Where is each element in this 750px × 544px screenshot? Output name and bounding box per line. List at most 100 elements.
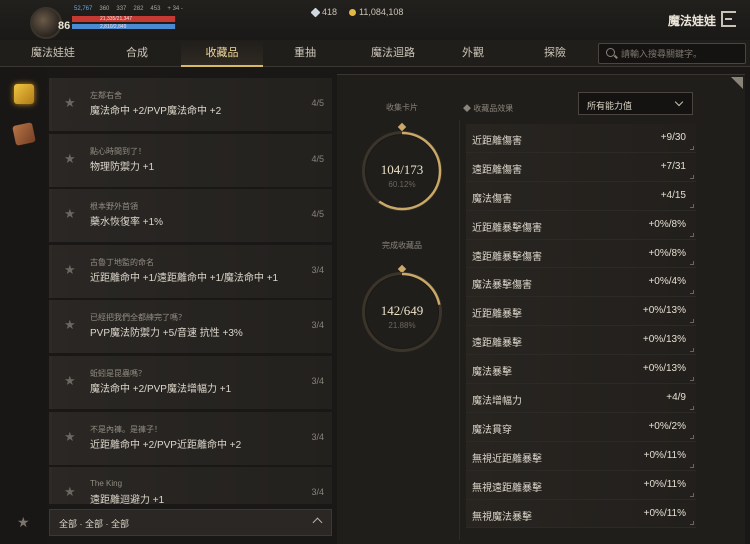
row-corner-icon — [690, 203, 694, 208]
effect-row: 近距離暴擊傷害 +0%/8% — [466, 210, 696, 240]
effect-row: 無視近距離暴擊 +0%/11% — [466, 441, 696, 471]
favorite-filter-star-icon[interactable]: ★ — [17, 514, 30, 531]
collection-item[interactable]: ★ 已經把我們全都練完了嗎？ PVP魔法防禦力 +5/音速 抗性 +3% 3/4 — [49, 300, 332, 354]
effect-stat-value: +0%/13% — [642, 363, 686, 375]
row-corner-icon — [690, 348, 694, 353]
collection-name: 點心時間到了！ — [90, 146, 146, 156]
favorite-star-icon[interactable]: ★ — [64, 484, 76, 500]
collection-count: 3/4 — [311, 320, 324, 331]
collection-item[interactable]: ★ 根本野外首領藥水恢復率 +1% 4/5 — [49, 189, 332, 243]
effect-row: 魔法暴擊傷害 +0%/4% — [466, 268, 696, 298]
effect-stat-name: 遠距離暴擊 — [472, 338, 522, 350]
collection-name: 根本野外首領 — [90, 202, 138, 212]
effect-stat-name: 近距離暴擊 — [472, 309, 522, 321]
favorite-star-icon[interactable]: ★ — [64, 95, 76, 111]
stat-value: 282 — [133, 6, 144, 12]
tab-collection[interactable]: 收藏品 — [181, 40, 263, 67]
stat-value: 52,767 — [74, 6, 93, 12]
collection-count: 4/5 — [311, 209, 324, 220]
favorite-star-icon[interactable]: ★ — [64, 206, 76, 222]
gold-amount: 11,084,108 — [359, 7, 404, 17]
completed-progress-value: 142/649 — [380, 303, 424, 318]
effect-stat-name: 魔法增幅力 — [472, 396, 522, 408]
corner-decoration-icon — [731, 77, 743, 89]
effect-stat-name: 魔法暴擊 — [472, 367, 512, 379]
effect-stat-name: 遠距離傷害 — [472, 164, 522, 176]
effect-stat-value: +4/15 — [660, 189, 686, 201]
row-corner-icon — [690, 145, 694, 150]
panel-divider — [459, 120, 460, 540]
tab-synthesis[interactable]: 合成 — [102, 40, 172, 67]
effect-stat-name: 近距離暴擊傷害 — [472, 222, 542, 234]
stat-filter-value: 所有能力值 — [587, 101, 633, 111]
effect-stat-value: +7/31 — [660, 160, 686, 172]
collection-item[interactable]: ★ 古魯丁地監的命名 近距離命中 +1/遠距離命中 +1/魔法命中 +1 3/4 — [49, 244, 332, 298]
effects-table: 近距離傷害 +9/30 遠距離傷害 +7/31 魔法傷害 +4/15 近距離暴擊傷害 +0%/… — [466, 124, 696, 529]
stat-filter-dropdown[interactable]: 所有能力值 — [578, 92, 693, 115]
row-corner-icon — [690, 463, 694, 468]
orange-book-icon[interactable] — [12, 122, 36, 146]
stat-value: + 34 - — [167, 6, 183, 12]
tab-reroll[interactable]: 重抽 — [270, 40, 340, 67]
effect-stat-value: +0%/13% — [642, 305, 686, 317]
collection-count: 3/4 — [311, 487, 324, 498]
cards-progress-ring: 104/173 60.12% — [362, 131, 442, 211]
search-icon[interactable] — [606, 48, 615, 57]
character-stats: 52,767 360 337 282 453 + 34 - — [74, 6, 183, 12]
currency-display: 418 11,084,108 — [310, 7, 403, 18]
completed-progress-ring: 142/649 21.88% — [362, 272, 442, 352]
gold-currency: 11,084,108 — [349, 7, 403, 17]
collection-item[interactable]: ★ The King 遠距離迴避力 +1 3/4 — [49, 467, 332, 504]
gold-book-icon[interactable] — [14, 84, 34, 104]
collection-item[interactable]: ★ 不是內褲。是褲子！ 近距離命中 +2/PVP近距離命中 +2 3/4 — [49, 411, 332, 465]
effect-stat-value: +0%/8% — [648, 247, 686, 259]
collection-count: 3/4 — [311, 264, 324, 275]
collection-effect: 魔法命中 +2/PVP魔法增幅力 +1 — [90, 383, 232, 395]
collection-item[interactable]: ★ 左鄰右舍 魔法命中 +2/PVP魔法命中 +2 4/5 — [49, 78, 332, 131]
favorite-star-icon[interactable]: ★ — [64, 151, 76, 167]
filter-dropdown[interactable]: 全部 · 全部 · 全部 — [49, 509, 332, 536]
effect-stat-value: +0%/11% — [643, 449, 686, 461]
favorite-star-icon[interactable]: ★ — [64, 317, 76, 333]
tab-explore[interactable]: 探險 — [512, 40, 598, 67]
effect-stat-value: +0%/11% — [643, 478, 686, 490]
stat-value: 360 — [99, 6, 110, 12]
effect-row: 魔法傷害 +4/15 — [466, 181, 696, 211]
character-level: 86 — [58, 20, 71, 32]
effect-stat-name: 魔法暴擊傷害 — [472, 280, 532, 292]
effect-stat-value: +0%/8% — [648, 218, 686, 230]
effect-stat-value: +0%/13% — [642, 334, 686, 346]
row-corner-icon — [690, 405, 694, 410]
tab-magic-doll[interactable]: 魔法娃娃 — [18, 40, 88, 67]
tab-magic-circuit[interactable]: 魔法迴路 — [350, 40, 436, 67]
filter-label: 全部 · 全部 · 全部 — [59, 519, 129, 529]
favorite-star-icon[interactable]: ★ — [64, 429, 76, 445]
collection-effect: 遠距離迴避力 +1 — [90, 495, 165, 504]
tab-appearance[interactable]: 外觀 — [440, 40, 506, 67]
search-box — [598, 43, 746, 64]
collection-list: ★ 左鄰右舍 魔法命中 +2/PVP魔法命中 +2 4/5 ★ 點心時間到了！ 物理防禦力 … — [49, 78, 332, 504]
collection-name: The King — [90, 479, 123, 489]
chevron-up-icon — [312, 517, 323, 528]
search-input[interactable] — [621, 46, 741, 61]
collection-effect: 藥水恢復率 +1% — [90, 217, 164, 229]
hp-text: 21,335/21,347 — [100, 16, 132, 22]
effect-stat-name: 魔法貫穿 — [472, 424, 512, 436]
collection-name: 古魯丁地監的命名 — [90, 257, 154, 267]
cards-progress-percent: 60.12% — [388, 180, 416, 189]
effects-header: ◆ 收藏品效果 — [463, 104, 514, 113]
effect-row: 近距離傷害 +9/30 — [466, 124, 696, 153]
favorite-star-icon[interactable]: ★ — [64, 262, 76, 278]
collection-item[interactable]: ★ 點心時間到了！ 物理防禦力 +1 4/5 — [49, 133, 332, 187]
effect-row: 遠距離暴擊傷害 +0%/8% — [466, 239, 696, 269]
collection-effect: 近距離命中 +2/PVP近距離命中 +2 — [90, 439, 242, 451]
effect-stat-name: 無視魔法暴擊 — [472, 511, 532, 523]
effect-stat-value: +0%/11% — [643, 507, 686, 519]
favorite-star-icon[interactable]: ★ — [64, 373, 76, 389]
collection-name: 左鄰右舍 — [90, 91, 122, 100]
effect-stat-name: 無視近距離暴擊 — [472, 453, 542, 465]
collection-item[interactable]: ★ 蚯蚓是昆蟲嗎？ 魔法命中 +2/PVP魔法增幅力 +1 3/4 — [49, 355, 332, 409]
completed-progress-percent: 21.88% — [388, 321, 416, 330]
effect-row: 遠距離傷害 +7/31 — [466, 152, 696, 182]
brand-logo-icon — [721, 11, 736, 27]
